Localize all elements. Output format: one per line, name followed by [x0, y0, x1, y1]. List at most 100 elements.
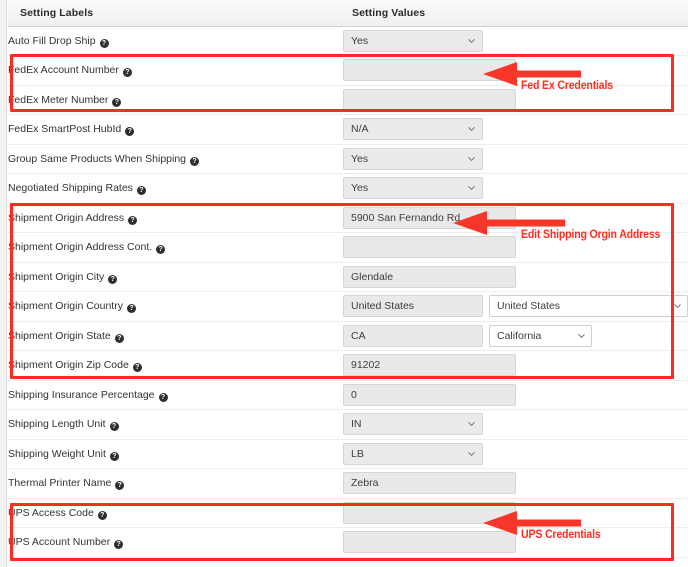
help-icon[interactable]: ?: [109, 422, 119, 432]
table-row: UPS Account Number?: [8, 527, 688, 558]
setting-label-shipment-origin-address-cont: Shipment Origin Address Cont.?: [8, 232, 343, 263]
chevron-down-icon: [468, 38, 475, 43]
settings-table-container: Setting Labels Setting Values Auto Fill …: [8, 0, 688, 567]
help-icon[interactable]: ?: [115, 481, 125, 491]
table-row: Shipment Origin Address Cont.?: [8, 232, 688, 263]
help-icon[interactable]: ?: [128, 215, 138, 225]
select-group-same-products-when-shipping[interactable]: Yes: [343, 147, 483, 170]
help-icon[interactable]: ?: [97, 510, 107, 520]
setting-label-text: Shipping Weight Unit: [8, 447, 106, 460]
help-icon[interactable]: ?: [125, 127, 135, 137]
help-icon[interactable]: ?: [136, 186, 146, 196]
input-shipment-origin-address[interactable]: [343, 206, 516, 229]
value-control-group: [343, 59, 688, 82]
value-control-group: Yes: [343, 177, 688, 200]
setting-value-group-same-products-when-shipping: Yes: [343, 144, 688, 174]
setting-label-ups-access-code: UPS Access Code?: [8, 498, 343, 528]
setting-label-ups-account-number: UPS Account Number?: [8, 527, 343, 558]
setting-label-auto-fill-drop-ship: Auto Fill Drop Ship?: [8, 26, 343, 56]
help-icon[interactable]: ?: [114, 333, 124, 343]
select-auto-fill-drop-ship[interactable]: Yes: [343, 29, 483, 52]
dropdown-value-text: United States: [497, 300, 561, 313]
input-shipment-origin-zip-code[interactable]: [343, 354, 516, 377]
chevron-down-icon: [468, 156, 475, 161]
setting-value-fedex-account-number: [343, 55, 688, 86]
help-icon[interactable]: ?: [132, 363, 142, 373]
setting-label-text: UPS Access Code: [8, 506, 94, 519]
table-row: Group Same Products When Shipping? Yes: [8, 144, 688, 174]
setting-label-text: FedEx SmartPost HubId: [8, 123, 122, 136]
setting-label-text: Shipping Length Unit: [8, 418, 106, 431]
help-icon[interactable]: ?: [108, 274, 118, 284]
table-row: Shipment Origin Country? United States: [8, 291, 688, 322]
setting-label-text: Shipment Origin State: [8, 329, 111, 342]
input-shipment-origin-address-cont[interactable]: [343, 236, 516, 259]
value-control-group: IN: [343, 413, 688, 436]
input-shipping-insurance-percentage[interactable]: [343, 383, 516, 406]
select-value-text: Yes: [351, 152, 369, 165]
table-row: Thermal Printer Name?: [8, 468, 688, 499]
setting-label-text: Shipment Origin City: [8, 270, 105, 283]
setting-label-text: FedEx Account Number: [8, 64, 119, 77]
select-value-text: LB: [351, 447, 364, 460]
value-control-group: [343, 265, 688, 288]
help-icon[interactable]: ?: [109, 451, 119, 461]
select-shipping-weight-unit[interactable]: LB: [343, 442, 483, 465]
table-body: Auto Fill Drop Ship? Yes FedEx Account Num…: [8, 26, 688, 558]
help-icon[interactable]: ?: [126, 304, 136, 314]
chevron-down-icon: [674, 304, 681, 309]
value-control-group: [343, 88, 688, 111]
dropdown-value-text: California: [497, 329, 542, 342]
setting-label-shipping-length-unit: Shipping Length Unit?: [8, 409, 343, 440]
setting-label-shipment-origin-country: Shipment Origin Country?: [8, 291, 343, 322]
setting-value-shipping-insurance-percentage: [343, 380, 688, 410]
setting-value-shipping-length-unit: IN: [343, 409, 688, 440]
help-icon[interactable]: ?: [112, 97, 122, 107]
value-control-group: Yes: [343, 29, 688, 52]
setting-label-text: Group Same Products When Shipping: [8, 152, 187, 165]
input-shipment-origin-city[interactable]: [343, 265, 516, 288]
setting-label-text: Thermal Printer Name: [8, 477, 112, 490]
input-ups-account-number[interactable]: [343, 531, 516, 554]
setting-value-ups-account-number: [343, 527, 688, 558]
input-fedex-account-number[interactable]: [343, 59, 516, 82]
value-control-group: N/A: [343, 118, 688, 141]
help-icon[interactable]: ?: [190, 156, 200, 166]
column-header-setting-values: Setting Values: [343, 0, 688, 27]
dropdown-shipment-origin-state[interactable]: California: [489, 324, 592, 347]
help-icon[interactable]: ?: [114, 540, 124, 550]
setting-label-text: UPS Account Number: [8, 536, 111, 549]
setting-value-shipping-weight-unit: LB: [343, 439, 688, 469]
input-fedex-meter-number[interactable]: [343, 88, 516, 111]
help-icon[interactable]: ?: [158, 392, 168, 402]
left-gutter: [0, 0, 7, 567]
setting-label-shipment-origin-address: Shipment Origin Address?: [8, 203, 343, 233]
select-value-text: IN: [351, 418, 362, 431]
input-thermal-printer-name[interactable]: [343, 472, 516, 495]
table-row: Shipment Origin Zip Code?: [8, 350, 688, 381]
value-control-group: United States: [343, 295, 688, 318]
select-shipping-length-unit[interactable]: IN: [343, 413, 483, 436]
setting-label-text: Shipping Insurance Percentage: [8, 388, 155, 401]
select-fedex-smartpost-hubid[interactable]: N/A: [343, 118, 483, 141]
setting-value-shipment-origin-address: [343, 203, 688, 233]
setting-label-shipping-weight-unit: Shipping Weight Unit?: [8, 439, 343, 469]
dropdown-shipment-origin-country[interactable]: United States: [489, 295, 688, 318]
table-row: Shipping Insurance Percentage?: [8, 380, 688, 410]
input-shipment-origin-country[interactable]: [343, 295, 483, 318]
table-row: Shipping Weight Unit? LB: [8, 439, 688, 469]
table-header: Setting Labels Setting Values: [8, 0, 688, 27]
setting-label-text: FedEx Meter Number: [8, 93, 109, 106]
value-control-group: [343, 383, 688, 406]
input-ups-access-code[interactable]: [343, 501, 516, 524]
select-negotiated-shipping-rates[interactable]: Yes: [343, 177, 483, 200]
help-icon[interactable]: ?: [156, 245, 166, 255]
setting-label-shipping-insurance-percentage: Shipping Insurance Percentage?: [8, 380, 343, 410]
help-icon[interactable]: ?: [122, 68, 132, 78]
table-row: Shipment Origin Address?: [8, 203, 688, 233]
table-row: Negotiated Shipping Rates? Yes: [8, 173, 688, 204]
chevron-down-icon: [468, 127, 475, 132]
help-icon[interactable]: ?: [99, 38, 109, 48]
input-shipment-origin-state[interactable]: [343, 324, 483, 347]
setting-value-fedex-meter-number: [343, 85, 688, 115]
